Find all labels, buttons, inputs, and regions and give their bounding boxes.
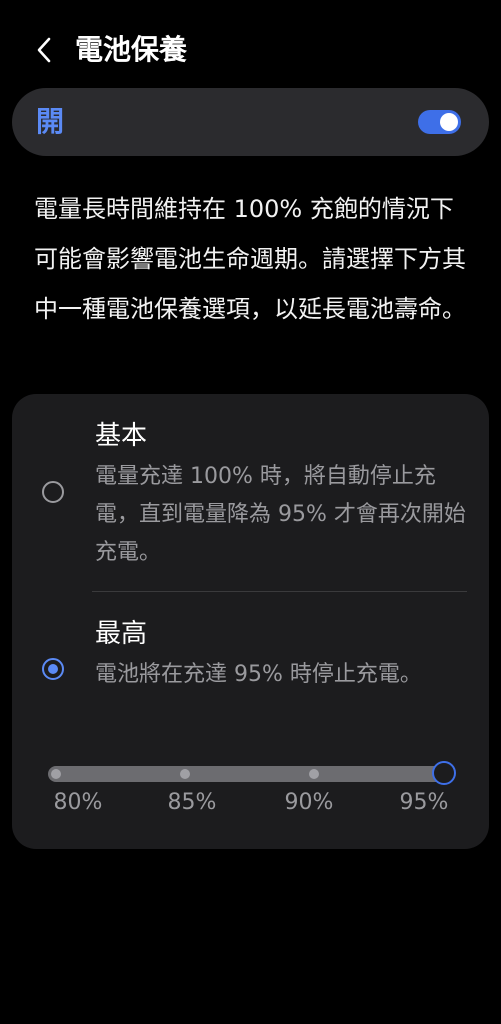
option-maximum-description: 電池將在充達 95% 時停止充電。 — [95, 662, 422, 687]
back-button[interactable] — [28, 30, 60, 70]
option-basic-description: 電量充達 100% 時，將自動停止充電，直到電量降為 95% 才會再次開始充電。 — [95, 464, 466, 565]
radio-maximum[interactable] — [42, 658, 64, 680]
slider-tick-85 — [180, 769, 190, 779]
slider-tick-80 — [51, 769, 61, 779]
charge-limit-slider[interactable] — [48, 761, 456, 785]
option-maximum-title[interactable]: 最高 — [95, 614, 147, 654]
master-switch[interactable] — [418, 110, 461, 134]
slider-tick-90 — [309, 769, 319, 779]
protection-options-card: 基本 電量充達 100% 時，將自動停止充電，直到電量降為 95% 才會再次開始… — [12, 394, 489, 849]
page-title: 電池保養 — [75, 33, 188, 66]
slider-label-95: 95% — [399, 790, 449, 815]
slider-label-80: 80% — [53, 790, 103, 815]
option-divider — [92, 591, 467, 592]
slider-label-85: 85% — [167, 790, 217, 815]
slider-label-90: 90% — [284, 790, 334, 815]
slider-thumb[interactable] — [432, 761, 456, 785]
chevron-left-icon — [37, 37, 51, 63]
battery-care-description: 電量長時間維持在 100% 充飽的情況下可能會影響電池生命週期。請選擇下方其中一… — [34, 195, 466, 323]
radio-selected-dot — [48, 664, 58, 674]
slider-track — [48, 766, 446, 782]
master-toggle-row[interactable]: 開 — [12, 88, 489, 156]
switch-knob — [440, 113, 458, 131]
option-basic-title[interactable]: 基本 — [95, 416, 147, 456]
master-toggle-label: 開 — [36, 105, 65, 138]
radio-basic[interactable] — [42, 481, 64, 503]
app-header: 電池保養 — [0, 0, 501, 100]
